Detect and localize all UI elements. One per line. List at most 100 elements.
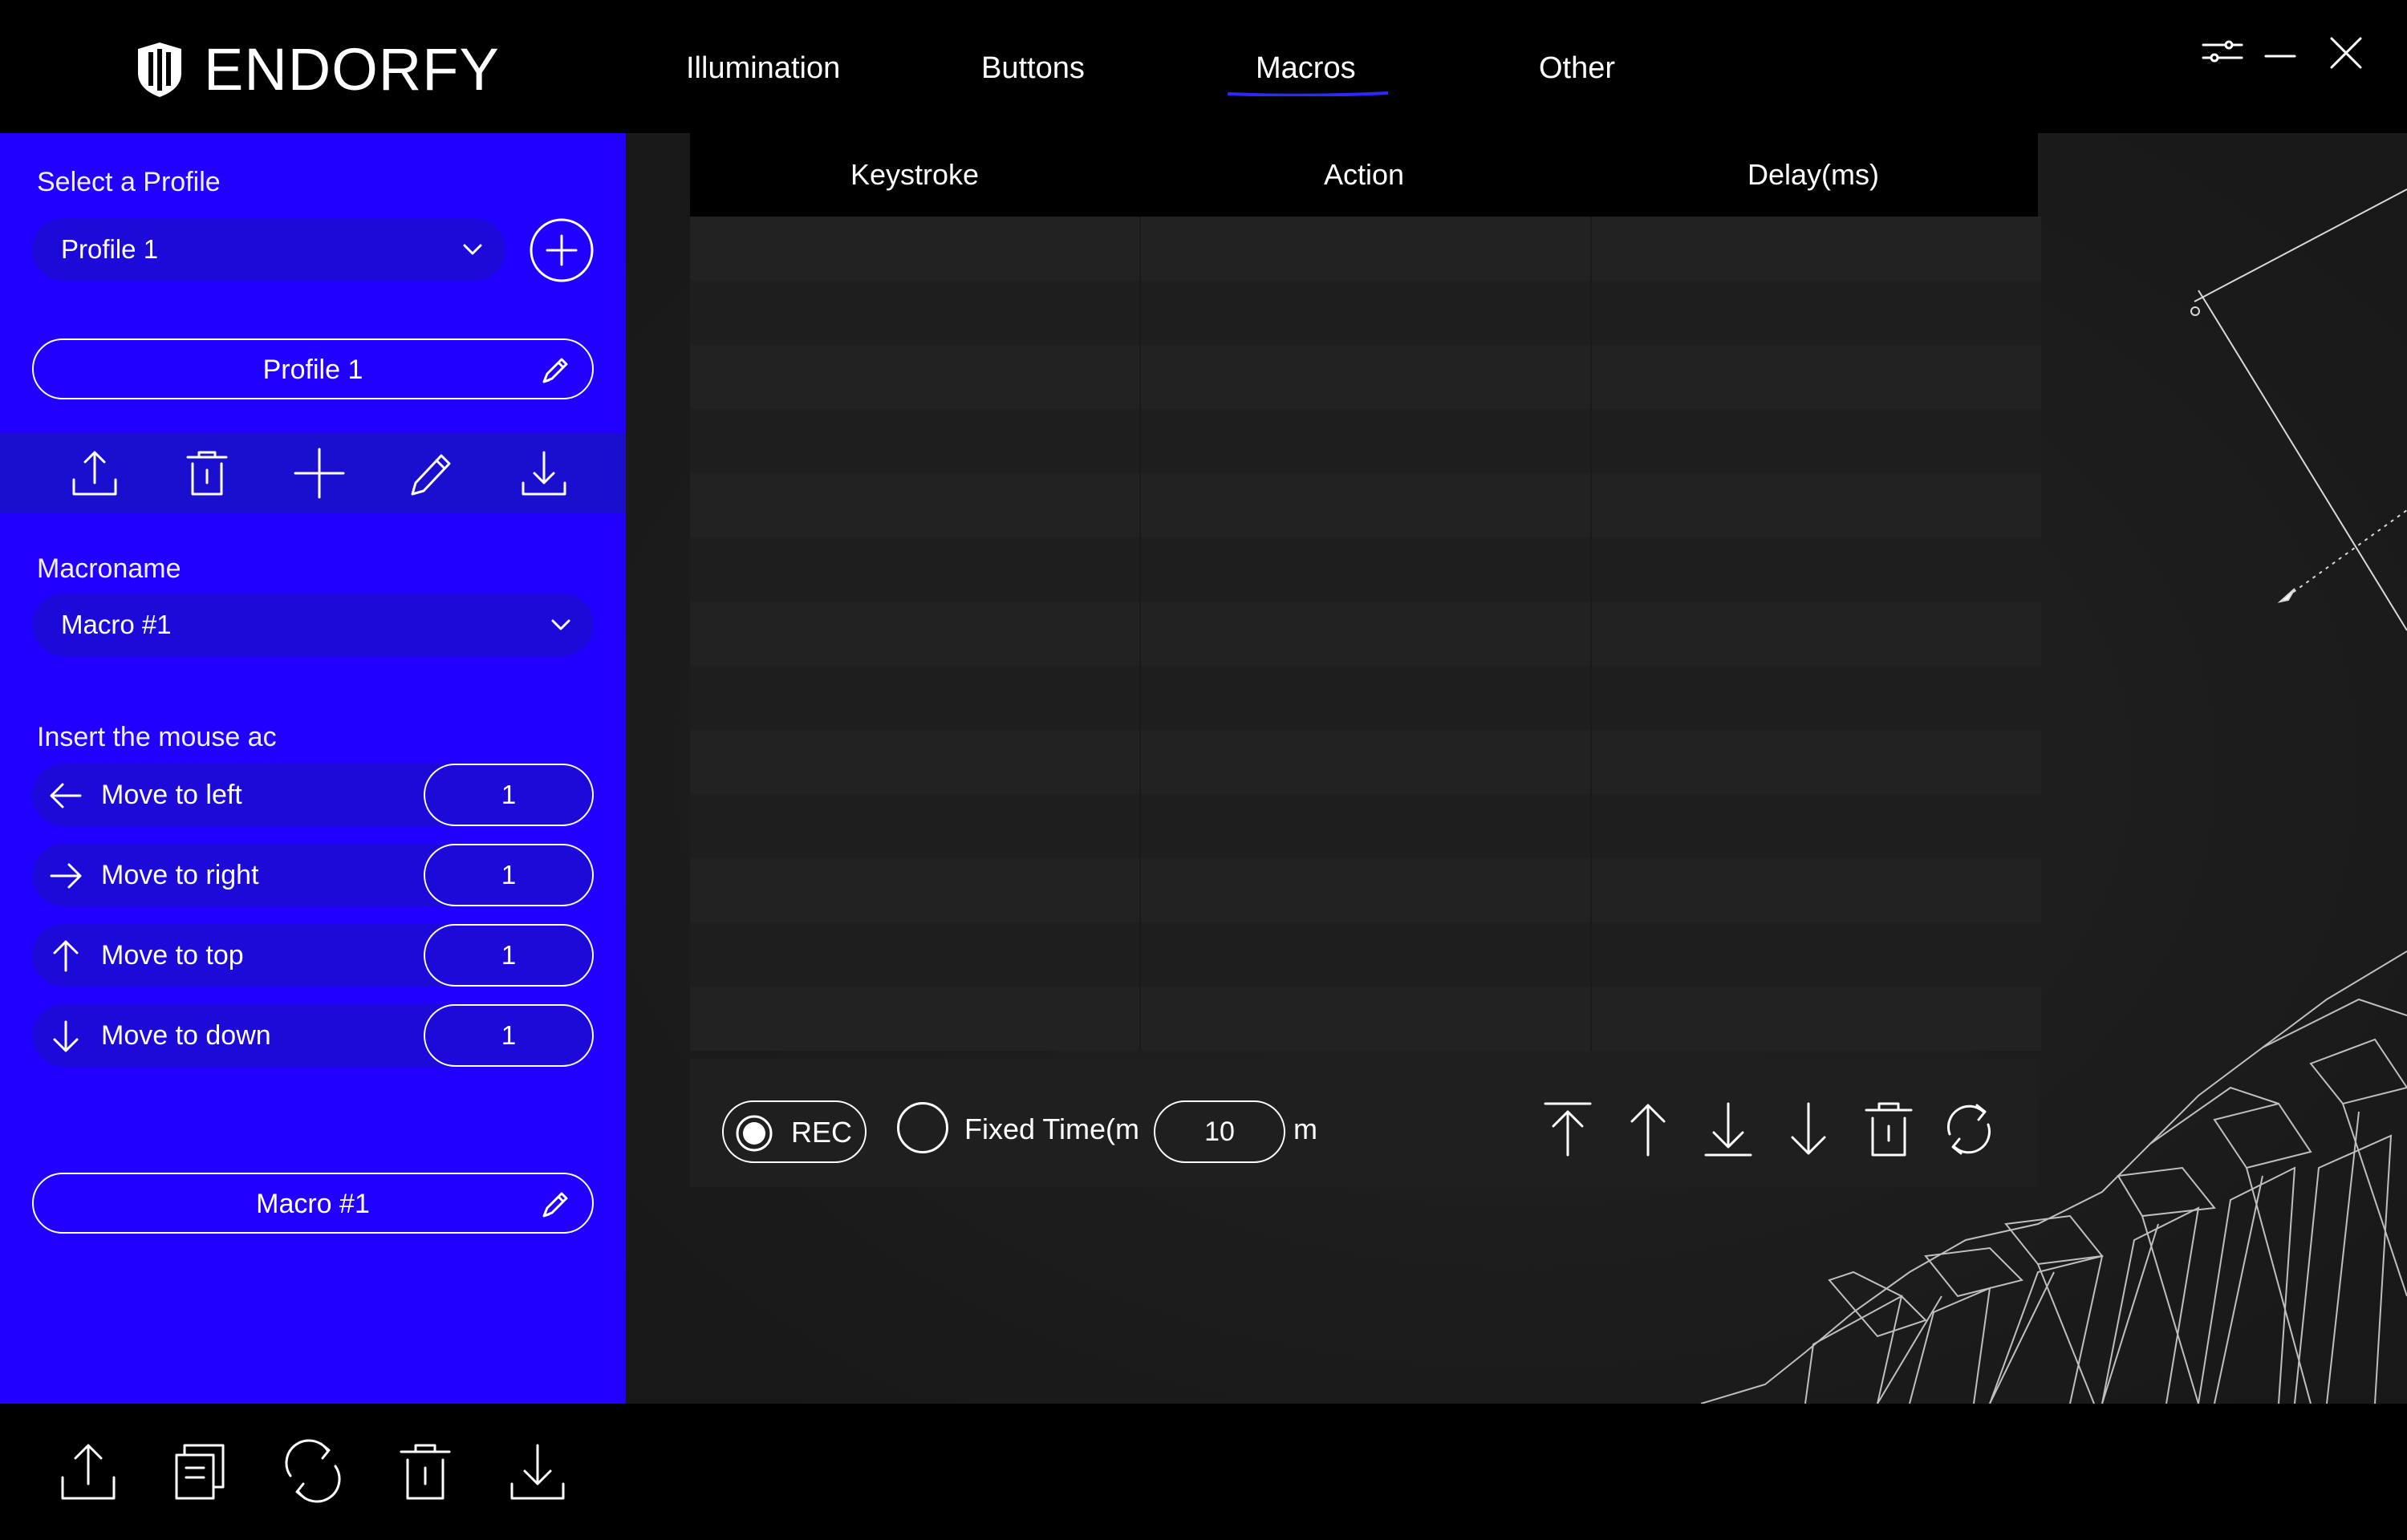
table-cell: [1139, 217, 1590, 281]
table-row[interactable]: [690, 281, 2041, 345]
rec-button[interactable]: REC: [722, 1100, 867, 1163]
table-cell: [690, 409, 1139, 473]
table-cell: [1590, 281, 2041, 345]
table-cell: [1139, 987, 1590, 1051]
table-cell: [690, 666, 1139, 730]
minimize-icon[interactable]: [2263, 40, 2298, 72]
move-up-icon[interactable]: [1618, 1099, 1678, 1160]
table-cell: [1139, 345, 1590, 409]
fixed-time-radio[interactable]: [897, 1102, 948, 1153]
export-icon[interactable]: [56, 1439, 120, 1503]
sidebar: Select a Profile Profile 1 Profile 1 Mac…: [0, 133, 626, 1404]
move-right-input[interactable]: 1: [424, 844, 594, 906]
table-cell: [1590, 345, 2041, 409]
table-cell: [690, 794, 1139, 858]
table-row[interactable]: [690, 730, 2041, 794]
move-down-row[interactable]: Move to down 1: [32, 1004, 594, 1067]
pencil-icon[interactable]: [538, 1187, 573, 1222]
import-icon[interactable]: [505, 1439, 570, 1503]
active-tab-underline: [1228, 91, 1388, 96]
tab-macros[interactable]: Macros: [1256, 53, 1356, 83]
table-cell: [1139, 602, 1590, 666]
move-right-label: Move to right: [101, 860, 259, 890]
close-icon[interactable]: [2327, 34, 2365, 72]
table-cell: [690, 858, 1139, 922]
tab-illumination[interactable]: Illumination: [686, 53, 840, 83]
refresh-icon[interactable]: [1938, 1099, 1999, 1160]
table-body: [690, 217, 2041, 1051]
sliders-icon[interactable]: [2202, 35, 2243, 67]
profile-name-field[interactable]: Profile 1: [32, 338, 594, 399]
table-cell: [690, 281, 1139, 345]
mouse-action-label: Insert the mouse ac: [37, 722, 277, 752]
move-down-input[interactable]: 1: [424, 1004, 594, 1067]
table-cell: [690, 473, 1139, 537]
move-right-row[interactable]: Move to right 1: [32, 844, 594, 906]
brand-name: ENDORFY: [204, 36, 500, 103]
table-cell: [1139, 409, 1590, 473]
table-row[interactable]: [690, 602, 2041, 666]
copy-icon[interactable]: [168, 1439, 233, 1503]
arrow-left-icon: [50, 783, 82, 808]
table-row[interactable]: [690, 345, 2041, 409]
import-icon[interactable]: [518, 448, 570, 499]
table-cell: [690, 345, 1139, 409]
table-cell: [1590, 473, 2041, 537]
table-cell: [1139, 537, 1590, 602]
table-row[interactable]: [690, 987, 2041, 1051]
table-cell: [690, 217, 1139, 281]
table-row[interactable]: [690, 409, 2041, 473]
pencil-icon[interactable]: [538, 353, 573, 388]
table-row[interactable]: [690, 217, 2041, 281]
macro-table: Keystroke Action Delay(ms): [690, 133, 2041, 1051]
macroname-label: Macroname: [37, 553, 181, 584]
move-to-bottom-icon[interactable]: [1698, 1099, 1759, 1160]
table-cell: [690, 730, 1139, 794]
profile-dropdown[interactable]: Profile 1: [32, 218, 505, 281]
table-row[interactable]: [690, 794, 2041, 858]
export-icon[interactable]: [69, 448, 120, 499]
table-cell: [1590, 409, 2041, 473]
macro-name-text: Macro #1: [256, 1189, 370, 1219]
table-row[interactable]: [690, 858, 2041, 922]
trash-icon[interactable]: [393, 1439, 457, 1503]
table-cell: [1139, 794, 1590, 858]
macro-name-field[interactable]: Macro #1: [32, 1173, 594, 1234]
plus-icon[interactable]: [294, 448, 345, 499]
bottom-bar: [0, 1404, 2407, 1540]
table-cell: [1590, 858, 2041, 922]
delete-icon[interactable]: [1858, 1099, 1919, 1160]
move-to-top-icon[interactable]: [1537, 1099, 1598, 1160]
profile-toolbar: [0, 433, 626, 513]
table-cell: [1590, 217, 2041, 281]
table-cell: [1139, 473, 1590, 537]
table-row[interactable]: [690, 922, 2041, 987]
table-row[interactable]: [690, 473, 2041, 537]
macro-dropdown[interactable]: Macro #1: [32, 594, 594, 656]
tab-other[interactable]: Other: [1539, 53, 1615, 83]
trash-icon[interactable]: [181, 448, 233, 499]
table-cell: [690, 537, 1139, 602]
col-delay: Delay(ms): [1747, 158, 1879, 191]
table-header: Keystroke Action Delay(ms): [690, 133, 2038, 217]
fixed-time-input[interactable]: 10: [1154, 1100, 1285, 1163]
pencil-icon[interactable]: [406, 448, 457, 499]
arrow-down-icon: [53, 1020, 79, 1052]
move-top-row[interactable]: Move to top 1: [32, 924, 594, 987]
table-row[interactable]: [690, 537, 2041, 602]
add-profile-button[interactable]: [530, 218, 594, 282]
move-left-input[interactable]: 1: [424, 764, 594, 826]
arrow-up-icon: [53, 940, 79, 972]
move-down-icon[interactable]: [1778, 1099, 1839, 1160]
move-top-input[interactable]: 1: [424, 924, 594, 987]
move-left-row[interactable]: Move to left 1: [32, 764, 594, 826]
table-cell: [1590, 987, 2041, 1051]
table-cell: [1139, 858, 1590, 922]
refresh-icon[interactable]: [281, 1439, 345, 1503]
macro-dropdown-value: Macro #1: [61, 610, 172, 639]
rec-label: REC: [791, 1116, 853, 1149]
table-cell: [1590, 666, 2041, 730]
table-row[interactable]: [690, 666, 2041, 730]
top-bar: ENDORFY Illumination Buttons Macros Othe…: [0, 0, 2407, 133]
tab-buttons[interactable]: Buttons: [981, 53, 1085, 83]
